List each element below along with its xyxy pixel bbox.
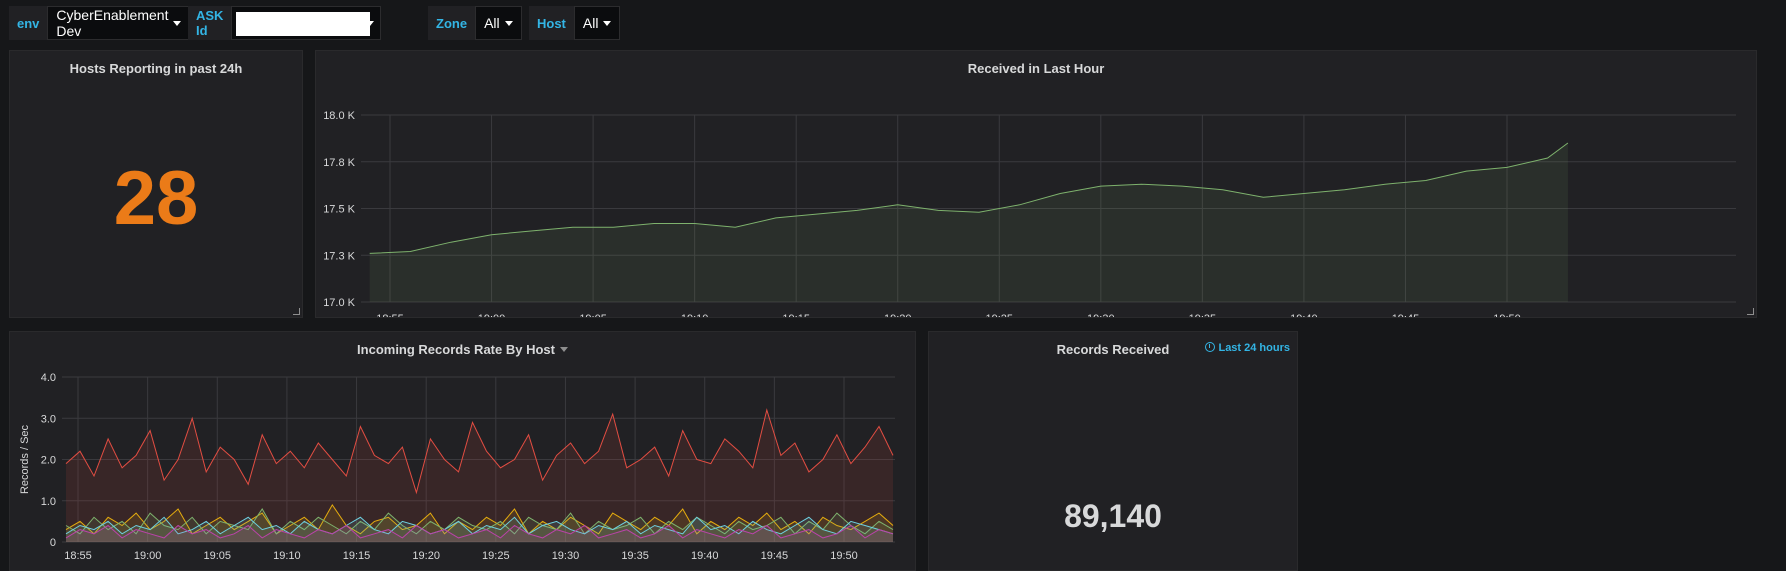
panel-title[interactable]: Received in Last Hour <box>316 61 1756 76</box>
zone-value: All <box>484 15 500 31</box>
x-tick-label: 19:45 <box>1392 313 1420 317</box>
x-tick-label: 19:30 <box>1087 313 1115 317</box>
chevron-down-icon <box>504 20 513 26</box>
x-tick-label: 19:35 <box>621 550 649 562</box>
y-tick-label: 17.5 K <box>323 204 355 216</box>
records-received-panel: Records Received Last 24 hours 89,140 <box>928 331 1298 571</box>
x-tick-label: 19:05 <box>204 550 232 562</box>
y-tick-label: 4.0 <box>41 372 56 384</box>
env-label: env <box>9 6 48 40</box>
x-tick-label: 19:00 <box>478 313 506 317</box>
panel-title: Incoming Records Rate By Host <box>357 342 555 357</box>
hosts-count-value: 28 <box>113 156 199 241</box>
hosts-reporting-panel: Hosts Reporting in past 24h 28 <box>9 50 303 318</box>
x-tick-label: 18:55 <box>64 550 92 562</box>
ask-id-label: ASK Id <box>188 6 232 40</box>
x-tick-label: 19:05 <box>579 313 607 317</box>
resize-handle[interactable] <box>293 308 300 315</box>
x-tick-label: 19:30 <box>552 550 580 562</box>
received-last-hour-panel: Received in Last Hour 18.0 K 17.8 K 17.5 K… <box>315 50 1757 318</box>
x-tick-label: 19:40 <box>1290 313 1318 317</box>
incoming-rate-panel: Incoming Records Rate By Host Records / … <box>9 331 916 571</box>
zone-label: Zone <box>428 6 476 40</box>
x-tick-label: 19:25 <box>482 550 510 562</box>
y-tick-label: 17.3 K <box>323 250 355 262</box>
y-tick-label: 2.0 <box>41 455 56 467</box>
x-tick-label: 19:45 <box>761 550 789 562</box>
series-area <box>369 143 1568 302</box>
y-tick-label: 0 <box>50 537 56 549</box>
y-tick-label: 18.0 K <box>323 110 355 122</box>
x-tick-label: 18:55 <box>376 313 404 317</box>
ask-id-dropdown[interactable] <box>231 6 382 40</box>
host-value: All <box>582 15 599 31</box>
x-tick-label: 19:00 <box>134 550 162 562</box>
chevron-down-icon <box>366 21 375 26</box>
y-tick-label: 17.8 K <box>323 157 355 169</box>
records-received-value: 89,140 <box>1064 498 1162 534</box>
x-tick-label: 19:50 <box>830 550 858 562</box>
x-tick-label: 19:25 <box>986 313 1014 317</box>
y-tick-label: 17.0 K <box>323 297 355 309</box>
env-variable: env CyberEnablement Dev <box>9 6 191 40</box>
host-variable: Host All <box>529 6 621 40</box>
chevron-down-icon <box>559 347 568 352</box>
ask-id-variable: ASK Id <box>188 6 382 40</box>
y-tick-label: 3.0 <box>41 413 56 425</box>
incoming-rate-chart: Records / Sec 4.0 3.0 2.0 1.0 0 18:55 19:00 19:0… <box>19 372 895 562</box>
y-axis-label: Records / Sec <box>19 424 31 494</box>
env-value: CyberEnablement Dev <box>56 7 169 39</box>
x-tick-label: 19:15 <box>343 550 371 562</box>
y-tick-label: 1.0 <box>41 496 56 508</box>
panel-title[interactable]: Hosts Reporting in past 24h <box>10 61 302 76</box>
time-range-info: Last 24 hours <box>1205 342 1290 354</box>
x-tick-label: 19:15 <box>782 313 810 317</box>
clock-icon <box>1205 342 1216 352</box>
panel-title-wrap[interactable]: Incoming Records Rate By Host <box>10 342 915 357</box>
env-dropdown[interactable]: CyberEnablement Dev <box>47 6 191 40</box>
x-tick-label: 19:20 <box>884 313 912 317</box>
zone-variable: Zone All <box>428 6 522 40</box>
chevron-down-icon <box>603 20 612 26</box>
resize-handle[interactable] <box>1747 308 1754 315</box>
x-tick-label: 19:35 <box>1189 313 1217 317</box>
time-range-label: Last 24 hours <box>1218 342 1290 354</box>
x-tick-label: 19:20 <box>412 550 440 562</box>
ask-id-input[interactable] <box>236 12 371 36</box>
x-tick-label: 19:10 <box>273 550 301 562</box>
chevron-down-icon <box>173 20 182 26</box>
x-tick-label: 19:50 <box>1493 313 1521 317</box>
x-tick-label: 19:40 <box>691 550 719 562</box>
zone-dropdown[interactable]: All <box>475 6 522 40</box>
host-label: Host <box>529 6 574 40</box>
x-tick-label: 19:10 <box>681 313 709 317</box>
host-dropdown[interactable]: All <box>573 6 621 40</box>
received-chart: 18.0 K 17.8 K 17.5 K 17.3 K 17.0 K 18:55 19:00… <box>323 110 1736 317</box>
